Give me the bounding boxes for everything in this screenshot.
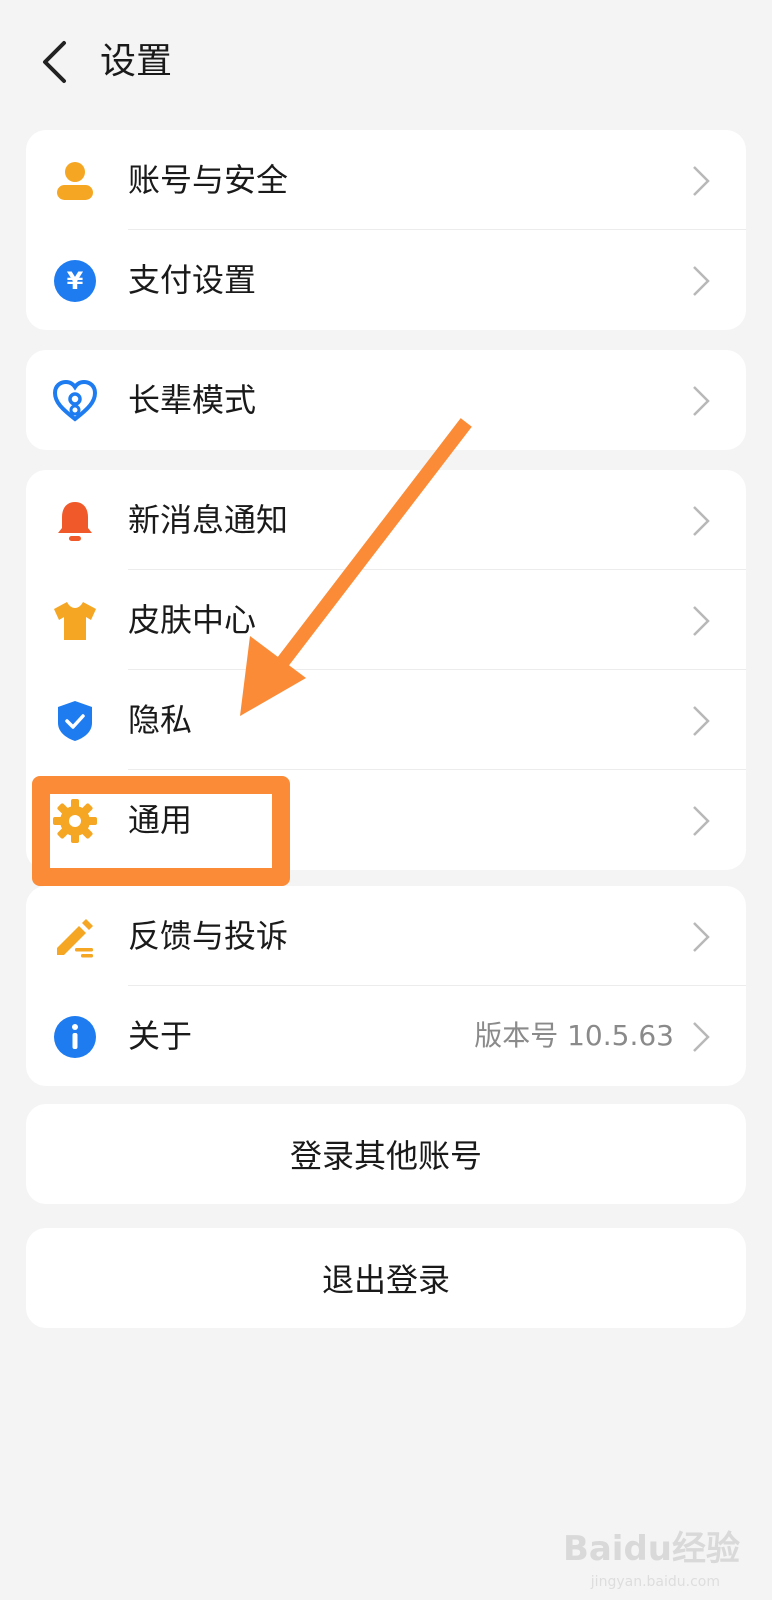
watermark-url: jingyan.baidu.com — [590, 1574, 720, 1590]
settings-item-notifications[interactable]: 新消息通知 — [26, 470, 746, 570]
chevron-right-icon — [693, 506, 710, 536]
pencil-icon — [52, 914, 98, 960]
chevron-right-icon — [693, 166, 710, 196]
chevron-left-icon — [43, 41, 66, 83]
settings-group-feedback: 反馈与投诉 关于 版本号 10.5.63 — [26, 886, 746, 1086]
settings-item-account-security[interactable]: 账号与安全 — [26, 130, 746, 230]
settings-item-payment[interactable]: ¥ 支付设置 — [26, 230, 746, 330]
back-button[interactable] — [28, 34, 80, 90]
logout-card: 退出登录 — [26, 1228, 746, 1328]
settings-item-label: 账号与安全 — [128, 161, 289, 199]
watermark-logo: Baidu经验 — [562, 1529, 740, 1569]
settings-item-elder-mode[interactable]: 长辈模式 — [26, 350, 746, 450]
settings-group-account: 账号与安全 ¥ 支付设置 — [26, 130, 746, 330]
settings-item-label: 支付设置 — [128, 261, 257, 299]
settings-item-skin-center[interactable]: 皮肤中心 — [26, 570, 746, 670]
settings-item-label: 皮肤中心 — [128, 601, 257, 639]
login-other-account-button[interactable]: 登录其他账号 — [26, 1104, 746, 1204]
settings-group-elder: 长辈模式 — [26, 350, 746, 450]
settings-item-privacy[interactable]: 隐私 — [26, 670, 746, 770]
annotation-highlight-box — [32, 776, 290, 886]
bell-icon — [52, 498, 98, 544]
info-icon — [52, 1014, 98, 1060]
settings-item-label: 隐私 — [128, 701, 193, 739]
settings-item-label: 关于 — [128, 1017, 193, 1055]
settings-item-label: 新消息通知 — [128, 501, 289, 539]
chevron-right-icon — [693, 706, 710, 736]
chevron-right-icon — [693, 1022, 710, 1052]
header-bar: 设置 — [0, 0, 772, 120]
heart-icon — [52, 378, 98, 424]
settings-item-label: 长辈模式 — [128, 381, 257, 419]
tshirt-icon — [52, 598, 98, 644]
chevron-right-icon — [693, 386, 710, 416]
chevron-right-icon — [693, 922, 710, 952]
settings-item-feedback[interactable]: 反馈与投诉 — [26, 886, 746, 986]
chevron-right-icon — [693, 606, 710, 636]
logout-button[interactable]: 退出登录 — [26, 1228, 746, 1328]
yuan-icon: ¥ — [52, 258, 98, 304]
chevron-right-icon — [693, 806, 710, 836]
page-title: 设置 — [100, 41, 173, 82]
user-icon — [52, 158, 98, 204]
login-other-account-card: 登录其他账号 — [26, 1104, 746, 1204]
shield-icon — [52, 698, 98, 744]
chevron-right-icon — [693, 266, 710, 296]
settings-item-label: 反馈与投诉 — [128, 917, 289, 955]
svg-text:¥: ¥ — [67, 267, 84, 295]
version-value: 版本号 10.5.63 — [474, 1019, 674, 1052]
settings-item-about[interactable]: 关于 版本号 10.5.63 — [26, 986, 746, 1086]
